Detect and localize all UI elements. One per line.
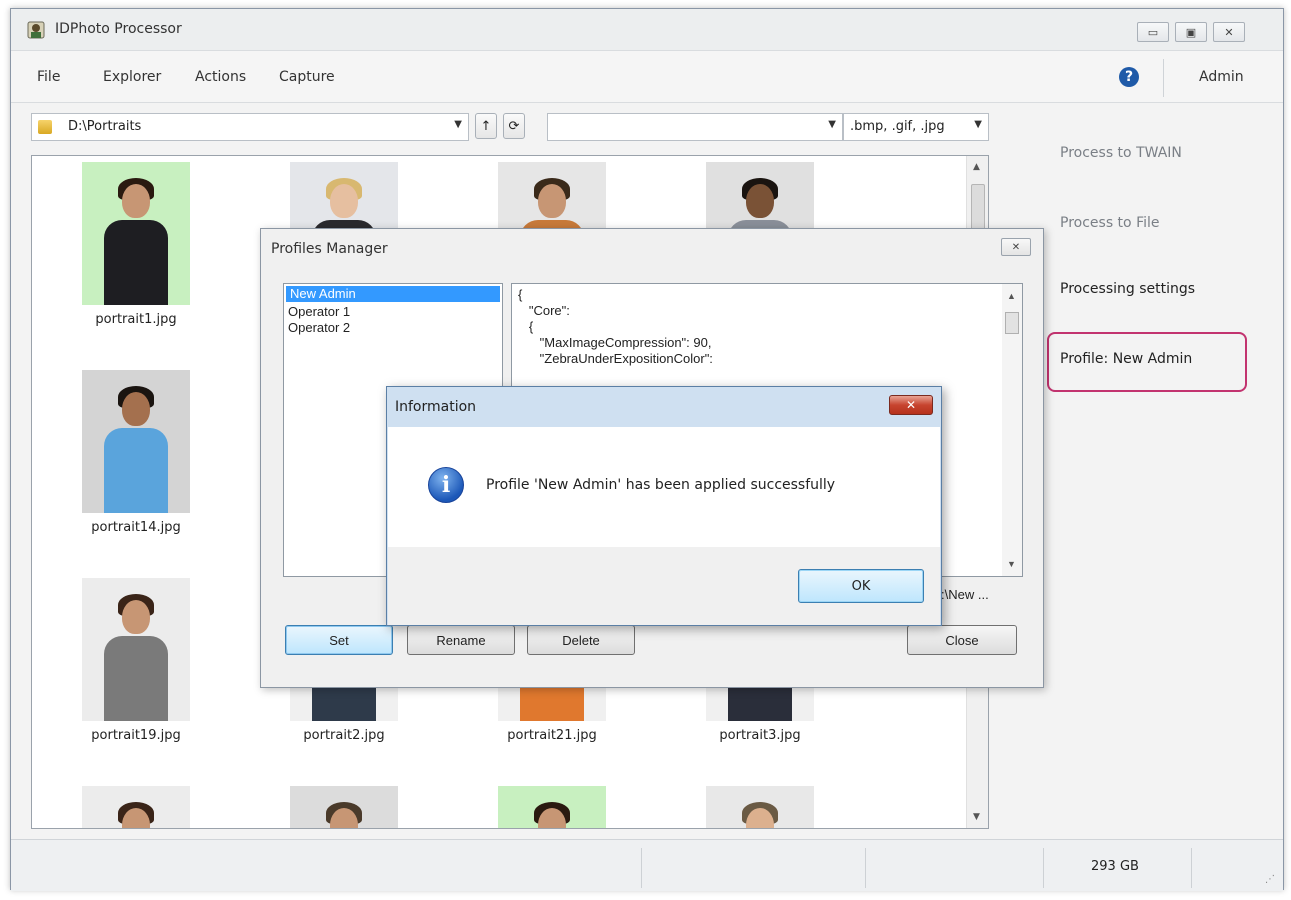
information-dialog: Information ✕ i Profile 'New Admin' has …	[386, 386, 942, 626]
file-name: portrait2.jpg	[303, 728, 385, 743]
minimize-button[interactable]: ▭	[1137, 22, 1169, 42]
maximize-button[interactable]: ▣	[1175, 22, 1207, 42]
scroll-down-icon[interactable]: ▼	[973, 812, 980, 822]
information-icon: i	[428, 467, 464, 503]
menu-bar: File Explorer Actions Capture ? Admin	[11, 51, 1283, 103]
file-name: portrait1.jpg	[95, 312, 177, 327]
window-title: IDPhoto Processor	[55, 21, 182, 37]
process-to-twain[interactable]: Process to TWAIN	[1060, 145, 1182, 161]
set-button[interactable]: Set	[285, 625, 393, 655]
dialog-title: Information	[395, 399, 477, 415]
processing-settings[interactable]: Processing settings	[1060, 281, 1195, 297]
ok-button[interactable]: OK	[798, 569, 924, 603]
thumbnail-portrait1[interactable]: portrait1.jpg	[82, 162, 190, 327]
dialog-message: Profile 'New Admin' has been applied suc…	[486, 477, 836, 493]
extension-combobox[interactable]: .bmp, .gif, .jpg ▼	[843, 113, 989, 141]
user-menu-admin[interactable]: Admin	[1199, 69, 1244, 85]
chevron-down-icon[interactable]: ▼	[454, 119, 462, 130]
thumbnail-portrait[interactable]	[82, 786, 190, 828]
portrait-image	[82, 786, 190, 828]
thumbnail-portrait[interactable]	[498, 786, 606, 828]
delete-button[interactable]: Delete	[527, 625, 635, 655]
portrait-image	[290, 786, 398, 828]
title-bar: IDPhoto Processor ▭ ▣ ✕	[11, 9, 1283, 51]
file-name: portrait21.jpg	[507, 728, 597, 743]
resize-grip-icon[interactable]: ⋰	[1265, 874, 1275, 885]
scroll-thumb[interactable]	[1005, 312, 1019, 334]
portrait-image	[82, 370, 190, 513]
process-to-file[interactable]: Process to File	[1060, 215, 1160, 231]
thumbnail-portrait19[interactable]: portrait19.jpg	[82, 578, 190, 743]
dialog-title: Profiles Manager	[271, 241, 388, 257]
close-dialog-button[interactable]: Close	[907, 625, 1017, 655]
status-bar: 293 GB ⋰	[11, 839, 1283, 891]
profile-json-text: { "Core": { "MaxImageCompression": 90, "…	[518, 287, 713, 366]
refresh-button[interactable]: ⟳	[503, 113, 525, 139]
profile-path: :\New ...	[941, 587, 989, 602]
chevron-down-icon[interactable]: ▼	[828, 119, 836, 130]
close-button[interactable]: ✕	[1213, 22, 1245, 42]
menu-file[interactable]: File	[37, 69, 60, 85]
portrait-image	[82, 578, 190, 721]
rename-button[interactable]: Rename	[407, 625, 515, 655]
profile-item-operator-1[interactable]: Operator 1	[284, 304, 502, 320]
menu-capture[interactable]: Capture	[279, 69, 335, 85]
scroll-down-icon[interactable]: ▼	[1007, 556, 1016, 572]
folder-up-button[interactable]: ↑	[475, 113, 497, 139]
menu-separator	[1163, 59, 1164, 97]
portrait-image	[82, 162, 190, 305]
scroll-up-icon[interactable]: ▲	[1007, 288, 1016, 304]
file-name: portrait3.jpg	[719, 728, 801, 743]
profile-item-new-admin[interactable]: New Admin	[286, 286, 500, 302]
menu-explorer[interactable]: Explorer	[103, 69, 161, 85]
dialog-body: i Profile 'New Admin' has been applied s…	[388, 427, 940, 547]
dialog-close-button[interactable]: ✕	[1001, 238, 1031, 256]
thumbnail-portrait[interactable]	[290, 786, 398, 828]
help-icon[interactable]: ?	[1119, 67, 1139, 87]
chevron-down-icon[interactable]: ▼	[974, 119, 982, 130]
filter-combobox[interactable]: ▼	[547, 113, 843, 141]
close-icon[interactable]: ✕	[889, 395, 933, 415]
menu-actions[interactable]: Actions	[195, 69, 246, 85]
path-combobox[interactable]: D:\Portraits ▼	[31, 113, 469, 141]
thumbnail-portrait[interactable]	[706, 786, 814, 828]
thumbnail-portrait14[interactable]: portrait14.jpg	[82, 370, 190, 535]
portrait-image	[498, 786, 606, 828]
file-name: portrait19.jpg	[91, 728, 181, 743]
json-scrollbar[interactable]: ▲ ▼	[1002, 284, 1022, 576]
extension-value: .bmp, .gif, .jpg	[850, 119, 945, 134]
file-name: portrait14.jpg	[91, 520, 181, 535]
path-value: D:\Portraits	[68, 119, 142, 134]
scroll-up-icon[interactable]: ▲	[973, 162, 980, 172]
app-logo-icon	[27, 21, 45, 39]
current-profile[interactable]: Profile: New Admin	[1060, 351, 1192, 367]
dialog-footer: OK	[388, 547, 940, 625]
disk-free-space: 293 GB	[1091, 859, 1139, 874]
profile-item-operator-2[interactable]: Operator 2	[284, 320, 502, 336]
folder-icon	[38, 120, 52, 134]
portrait-image	[706, 786, 814, 828]
